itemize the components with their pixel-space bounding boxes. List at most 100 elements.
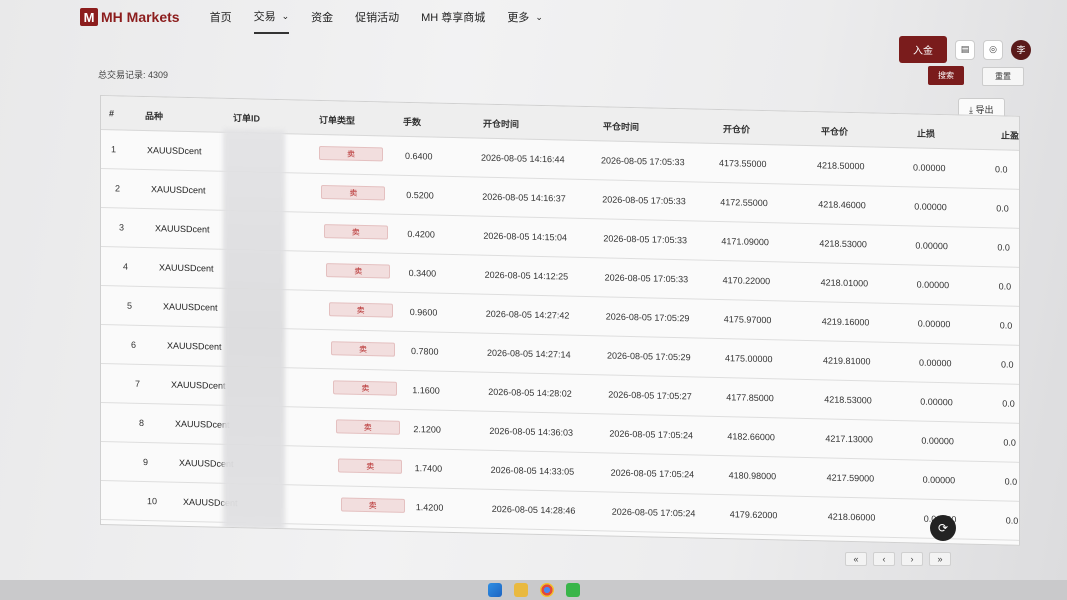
column-header-2: 订单ID bbox=[233, 113, 261, 124]
lots-cell: 0.7800 bbox=[411, 346, 439, 357]
nav-item-5[interactable]: 更多 ⌄ bbox=[507, 0, 543, 34]
top-navigation: M MH Markets 首页 交易 ⌄ 资金 促销活动 MH 尊享商城 更多 ⌄ bbox=[80, 0, 1067, 34]
open-price-cell: 4177.85000 bbox=[726, 392, 774, 404]
os-taskbar bbox=[0, 580, 1067, 600]
open-time-cell: 2026-08-05 14:27:14 bbox=[487, 347, 571, 360]
total-trade-records: 总交易记录: 4309 bbox=[98, 70, 169, 80]
order-type-badge: 卖 bbox=[335, 419, 400, 435]
nav-item-3[interactable]: 促销活动 bbox=[355, 0, 399, 34]
header-actions: 入金 ▤ ◎ 李 bbox=[899, 36, 1031, 63]
lots-cell: 1.4200 bbox=[415, 502, 444, 513]
first-page-button[interactable]: « bbox=[845, 552, 867, 566]
open-time-cell: 2026-08-05 14:12:25 bbox=[484, 269, 569, 282]
close-time-cell: 2026-08-05 17:05:24 bbox=[610, 467, 695, 480]
lots-cell: 2.1200 bbox=[413, 424, 441, 435]
logo-mark-icon: M bbox=[80, 8, 98, 26]
symbol-cell: XAUUSDcent bbox=[147, 145, 202, 157]
nav-item-4[interactable]: MH 尊享商城 bbox=[421, 0, 485, 34]
file-explorer-icon[interactable] bbox=[513, 583, 528, 597]
row-number: 10 bbox=[147, 496, 158, 507]
close-time-cell: 2026-08-05 17:05:29 bbox=[605, 311, 690, 324]
close-time-cell: 2026-08-05 17:05:33 bbox=[601, 155, 685, 168]
nav-item-1[interactable]: 交易 ⌄ bbox=[253, 0, 290, 34]
open-price-cell: 4180.98000 bbox=[728, 470, 777, 482]
lots-cell: 0.9600 bbox=[409, 307, 438, 318]
wechat-icon[interactable] bbox=[565, 583, 580, 597]
close-price-cell: 4219.81000 bbox=[823, 355, 871, 367]
column-header-3: 订单类型 bbox=[319, 114, 356, 126]
close-price-cell: 4219.16000 bbox=[821, 316, 870, 328]
column-header-7: 开仓价 bbox=[723, 124, 751, 135]
open-time-cell: 2026-08-05 14:33:05 bbox=[490, 464, 575, 477]
next-page-button[interactable]: › bbox=[901, 552, 923, 566]
open-price-cell: 4172.55000 bbox=[720, 197, 768, 209]
nav-item-2[interactable]: 资金 bbox=[311, 0, 333, 34]
brand-logo[interactable]: M MH Markets bbox=[80, 8, 180, 26]
take-profit-cell: 0.0 bbox=[998, 281, 1012, 292]
row-number: 3 bbox=[119, 222, 125, 233]
symbol-cell: XAUUSDcent bbox=[171, 379, 226, 391]
globe-icon[interactable]: ◎ bbox=[983, 39, 1003, 60]
symbol-cell: XAUUSDcent bbox=[175, 418, 230, 430]
open-time-cell: 2026-08-05 14:15:04 bbox=[483, 230, 567, 243]
take-profit-cell: 0.0 bbox=[1005, 515, 1019, 526]
row-number: 8 bbox=[139, 417, 145, 428]
trade-history-table: # 品种 订单ID 订单类型 手数 开仓时间 平仓时间 开仓价 平仓价 止损 止盈 1 XAUUSDc… bbox=[100, 95, 1020, 546]
prev-page-button[interactable]: ‹ bbox=[873, 552, 895, 566]
deposit-button[interactable]: 入金 bbox=[899, 36, 947, 63]
reset-button[interactable]: 重置 bbox=[982, 67, 1024, 86]
close-price-cell: 4217.13000 bbox=[825, 433, 873, 445]
open-time-cell: 2026-08-05 14:16:44 bbox=[481, 152, 565, 165]
row-number: 4 bbox=[123, 261, 129, 272]
chevron-down-icon: ⌄ bbox=[281, 10, 290, 21]
lots-cell: 0.4200 bbox=[407, 228, 435, 240]
column-header-0: # bbox=[109, 108, 115, 119]
column-header-6: 平仓时间 bbox=[603, 121, 640, 133]
search-button[interactable]: 搜索 bbox=[928, 66, 964, 85]
order-type-badge: 卖 bbox=[328, 302, 393, 318]
nav-item-label: 更多 bbox=[507, 12, 530, 24]
lots-cell: 0.6400 bbox=[405, 150, 433, 162]
symbol-cell: XAUUSDcent bbox=[163, 301, 218, 313]
last-page-button[interactable]: » bbox=[929, 552, 951, 566]
column-header-5: 开仓时间 bbox=[483, 118, 520, 130]
close-price-cell: 4218.06000 bbox=[827, 511, 876, 523]
nav-item-label: 首页 bbox=[209, 12, 232, 24]
nav-item-label: 交易 bbox=[253, 11, 276, 23]
open-price-cell: 4171.09000 bbox=[721, 236, 769, 248]
nav-item-label: MH 尊享商城 bbox=[421, 12, 486, 24]
row-number: 7 bbox=[135, 378, 141, 389]
document-icon[interactable]: ▤ bbox=[955, 39, 975, 60]
export-label: 导出 bbox=[975, 105, 994, 115]
row-number: 2 bbox=[115, 183, 121, 194]
order-type-badge: 卖 bbox=[338, 458, 403, 474]
lots-cell: 0.5200 bbox=[406, 189, 434, 201]
open-price-cell: 4182.66000 bbox=[727, 431, 775, 443]
avatar[interactable]: 李 bbox=[1011, 39, 1031, 60]
column-header-8: 平仓价 bbox=[821, 126, 849, 137]
take-profit-cell: 0.0 bbox=[1001, 359, 1014, 370]
column-header-10: 止盈 bbox=[1001, 130, 1020, 141]
open-price-cell: 4179.62000 bbox=[729, 509, 778, 521]
close-time-cell: 2026-08-05 17:05:29 bbox=[607, 350, 691, 363]
stop-loss-cell: 0.00000 bbox=[915, 240, 948, 252]
chrome-icon[interactable] bbox=[539, 583, 554, 597]
order-type-badge: 卖 bbox=[333, 380, 398, 396]
open-time-cell: 2026-08-05 14:28:02 bbox=[488, 386, 572, 399]
windows-start-icon[interactable] bbox=[487, 583, 502, 597]
refresh-icon[interactable]: ⟳ bbox=[930, 515, 956, 541]
close-price-cell: 4218.46000 bbox=[818, 199, 866, 211]
row-number: 5 bbox=[127, 300, 133, 311]
take-profit-cell: 0.0 bbox=[995, 164, 1008, 175]
close-price-cell: 4218.50000 bbox=[817, 160, 865, 172]
stop-loss-cell: 0.00000 bbox=[914, 201, 947, 213]
open-time-cell: 2026-08-05 14:16:37 bbox=[482, 191, 566, 204]
symbol-cell: XAUUSDcent bbox=[159, 262, 214, 274]
open-time-cell: 2026-08-05 14:28:46 bbox=[491, 503, 576, 516]
lots-cell: 1.1600 bbox=[412, 385, 440, 396]
order-type-badge: 卖 bbox=[321, 185, 386, 201]
column-header-4: 手数 bbox=[403, 116, 422, 128]
order-type-badge: 卖 bbox=[331, 341, 395, 357]
nav-item-0[interactable]: 首页 bbox=[210, 0, 232, 34]
close-time-cell: 2026-08-05 17:05:27 bbox=[608, 389, 692, 402]
